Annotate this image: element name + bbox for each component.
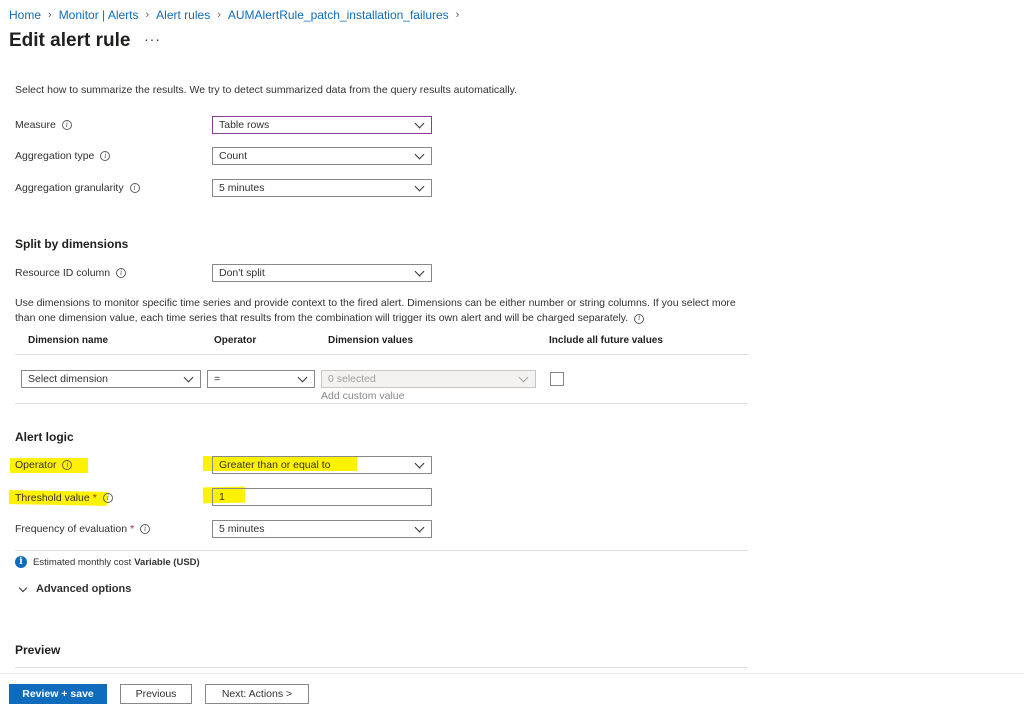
aggregation-granularity-label-text: Aggregation granularity	[15, 182, 124, 194]
chevron-down-icon	[414, 181, 425, 191]
aggregation-granularity-label: Aggregation granularity i	[15, 182, 140, 194]
dimensions-description-line1: Use dimensions to monitor specific time …	[15, 297, 736, 309]
breadcrumb-alert-rules-link[interactable]: Alert rules	[156, 8, 210, 22]
info-filled-icon: i	[15, 556, 27, 568]
threshold-input[interactable]: 1	[212, 488, 432, 506]
chevron-down-icon	[297, 372, 308, 382]
breadcrumb: Home › Monitor | Alerts › Alert rules › …	[9, 8, 466, 22]
chevron-down-icon	[414, 522, 425, 532]
dimensions-description-line2: than one dimension value, each time seri…	[15, 312, 629, 324]
estimated-cost: i Estimated monthly cost Variable (USD)	[15, 556, 200, 568]
col-include-future: Include all future values	[549, 335, 663, 346]
aggregation-type-value: Count	[219, 150, 248, 162]
summary-text: Select how to summarize the results. We …	[15, 84, 518, 96]
info-icon[interactable]: i	[129, 183, 140, 193]
breadcrumb-rule-link[interactable]: AUMAlertRule_patch_installation_failures	[228, 8, 449, 22]
split-heading: Split by dimensions	[15, 237, 129, 251]
chevron-down-icon	[414, 118, 425, 128]
required-mark: *	[92, 492, 97, 504]
chevron-down-icon	[414, 149, 425, 159]
measure-value: Table rows	[219, 119, 270, 131]
info-icon[interactable]: i	[140, 524, 151, 534]
row-divider	[15, 403, 748, 404]
chevron-right-icon: ›	[48, 9, 52, 21]
measure-label: Measure i	[15, 119, 72, 131]
dimension-operator-value: =	[214, 373, 221, 385]
resource-id-value: Don't split	[219, 267, 265, 279]
col-dimension-values: Dimension values	[328, 335, 414, 346]
threshold-label: Threshold value * i	[15, 492, 113, 504]
previous-button[interactable]: Previous	[120, 684, 192, 704]
threshold-value: 1	[219, 491, 225, 503]
frequency-value: 5 minutes	[219, 523, 265, 535]
breadcrumb-home-link[interactable]: Home	[9, 8, 41, 22]
advanced-options-toggle[interactable]: Advanced options	[18, 583, 132, 595]
advanced-options-label: Advanced options	[36, 583, 132, 595]
review-save-button[interactable]: Review + save	[9, 684, 107, 704]
measure-label-text: Measure	[15, 119, 56, 131]
aggregation-type-select[interactable]: Count	[212, 147, 432, 165]
dimension-name-value: Select dimension	[28, 373, 108, 385]
resource-id-label: Resource ID column i	[15, 267, 127, 279]
required-mark: *	[130, 523, 135, 535]
preview-heading: Preview	[15, 643, 61, 657]
aggregation-granularity-value: 5 minutes	[219, 182, 265, 194]
breadcrumb-monitor-alerts-link[interactable]: Monitor | Alerts	[59, 8, 139, 22]
info-icon[interactable]: i	[102, 493, 113, 503]
logic-divider	[15, 550, 748, 551]
aggregation-type-label: Aggregation type i	[15, 150, 111, 162]
operator-select[interactable]: Greater than or equal to	[212, 456, 432, 474]
dimension-values-select[interactable]: 0 selected	[321, 370, 536, 388]
cost-prefix: Estimated monthly cost	[33, 556, 132, 568]
chevron-down-icon	[414, 458, 425, 468]
chevron-down-icon	[518, 372, 529, 382]
col-operator: Operator	[214, 335, 257, 346]
chevron-right-icon: ›	[145, 9, 150, 21]
dimension-values-value: 0 selected	[328, 373, 376, 385]
include-future-checkbox[interactable]	[550, 372, 564, 386]
dimension-operator-select[interactable]: =	[207, 370, 315, 388]
frequency-label: Frequency of evaluation * i	[15, 523, 151, 535]
footer-divider	[0, 673, 1024, 674]
info-icon[interactable]: i	[61, 120, 72, 130]
more-options-icon[interactable]: ···	[144, 31, 161, 47]
dimensions-description: Use dimensions to monitor specific time …	[15, 296, 745, 326]
cost-value: Variable (USD)	[134, 556, 200, 568]
frequency-select[interactable]: 5 minutes	[212, 520, 432, 538]
info-icon[interactable]: i	[100, 151, 111, 161]
add-custom-value-link[interactable]: Add custom value	[321, 390, 404, 402]
table-divider	[15, 354, 748, 355]
info-icon[interactable]: i	[62, 460, 73, 470]
chevron-down-icon	[18, 583, 28, 592]
info-icon[interactable]: i	[116, 268, 127, 278]
measure-select[interactable]: Table rows	[212, 116, 432, 134]
frequency-label-text: Frequency of evaluation	[15, 523, 128, 535]
chevron-right-icon: ›	[455, 9, 460, 21]
chevron-right-icon: ›	[217, 9, 221, 21]
dimension-name-select[interactable]: Select dimension	[21, 370, 201, 388]
info-icon[interactable]: i	[634, 313, 645, 324]
alert-logic-heading: Alert logic	[15, 430, 74, 444]
col-dimension-name: Dimension name	[28, 335, 109, 346]
operator-value: Greater than or equal to	[219, 459, 331, 471]
page-title: Edit alert rule	[9, 30, 131, 51]
chevron-down-icon	[183, 372, 194, 382]
resource-id-select[interactable]: Don't split	[212, 264, 432, 282]
operator-label-text: Operator	[15, 459, 57, 471]
chevron-down-icon	[414, 266, 425, 276]
resource-id-label-text: Resource ID column	[15, 267, 111, 279]
aggregation-type-label-text: Aggregation type	[15, 150, 95, 162]
threshold-label-text: Threshold value	[15, 492, 90, 504]
preview-divider	[15, 667, 748, 668]
next-actions-button[interactable]: Next: Actions >	[205, 684, 309, 704]
operator-label: Operator i	[15, 459, 73, 471]
aggregation-granularity-select[interactable]: 5 minutes	[212, 179, 432, 197]
